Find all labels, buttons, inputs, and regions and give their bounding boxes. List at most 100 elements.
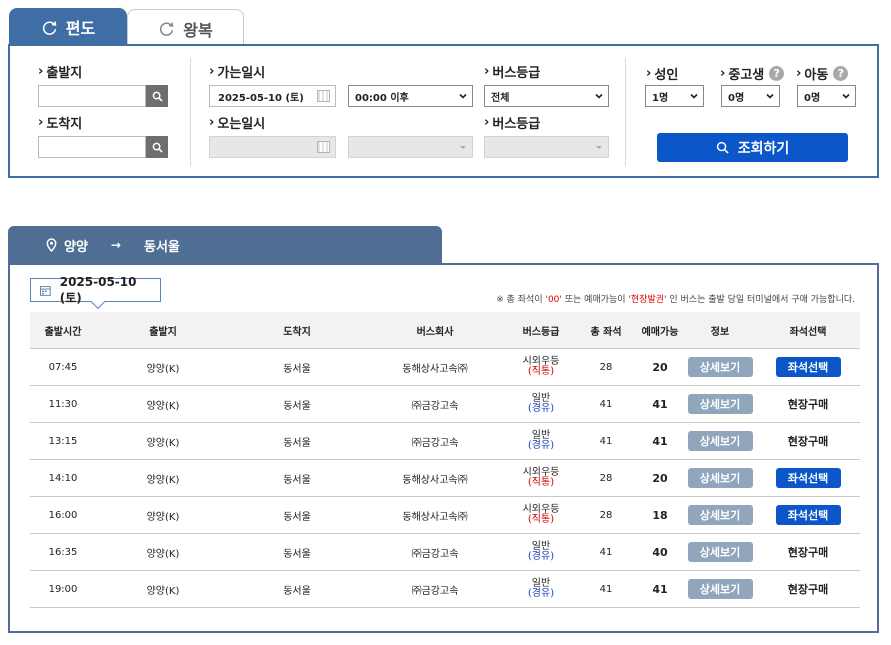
row-info-cell: 상세보기 [684,386,756,422]
go-time-select[interactable]: 00:00 이후 [348,85,473,107]
arrival-input[interactable] [38,136,146,158]
detail-button[interactable]: 상세보기 [687,468,753,488]
row-departure-time: 14:10 [48,472,78,484]
detail-button[interactable]: 상세보기 [687,394,753,414]
chevron-down-icon [460,146,466,149]
search-icon [152,91,163,102]
refresh-icon [42,20,57,35]
row-grade-route: (직통) [527,366,555,377]
row-total-seats: 41 [599,435,613,447]
go-date-input[interactable]: 2025-05-10 (토) [209,85,336,107]
calendar-icon[interactable] [317,90,330,102]
row-departure-time: 19:00 [48,583,78,595]
row-info-cell: 상세보기 [684,349,756,385]
departure-label: › 출발지 [38,62,82,81]
row-available: 41 [652,582,668,596]
row-seat-cell: 현장구매 [756,386,860,422]
return-time-select[interactable] [348,136,473,158]
row-grade-route: (경유) [527,440,555,451]
student-select[interactable]: 0명 [721,85,780,107]
divider [625,58,626,166]
row-available: 41 [652,397,668,411]
row-grade-route: (직통) [527,514,555,525]
arrival-label: › 도착지 [38,113,82,132]
seat-select-button[interactable]: 좌석선택 [775,468,841,488]
return-grade-label: › 버스등급 [484,113,540,132]
row-total-seats: 28 [599,472,613,484]
row-arrival: 동서울 [283,548,311,560]
departure-input[interactable] [38,85,146,107]
row-info-cell: 상세보기 [684,571,756,607]
location-pin-icon [46,238,57,252]
child-select[interactable]: 0명 [797,85,856,107]
row-company: ㈜금강고속 [411,400,459,412]
table-body: 07:45 양양(K) 동서울 동해상사고속㈜ 시외우등 (직통) 28 20 상세보기 좌석선택… [30,349,860,608]
row-grade-route: (직통) [527,477,555,488]
go-date-value: 2025-05-10 (토) [218,92,304,104]
tab-round-trip[interactable]: 왕복 [127,9,244,47]
seat-select-button[interactable]: 좌석선택 [775,357,841,377]
detail-button[interactable]: 상세보기 [687,505,753,525]
return-date-input[interactable] [209,136,336,158]
notice-mid: ' 또는 예매가능이 ' [559,295,631,305]
row-grade-route: (경유) [527,403,555,414]
row-departure: 양양(K) [146,548,180,560]
chevron-down-icon [596,146,602,149]
row-grade: 일반 (경유) [506,534,576,570]
refresh-icon [160,22,174,36]
chevron-right-icon: › [484,64,490,79]
results-date-badge: 2025-05-10 (토) [30,275,161,305]
arrival-search-button[interactable] [146,136,168,158]
row-company: 동해상사고속㈜ [402,363,468,375]
row-info-cell: 상세보기 [684,423,756,459]
row-grade: 시외우등 (직통) [506,497,576,533]
detail-button[interactable]: 상세보기 [687,431,753,451]
tab-one-way[interactable]: 편도 [9,8,127,46]
help-icon[interactable]: ? [833,66,849,81]
detail-button[interactable]: 상세보기 [687,357,753,377]
help-icon[interactable]: ? [769,66,785,81]
chevron-right-icon: › [646,66,652,81]
row-arrival: 동서울 [283,437,311,449]
return-grade-select[interactable] [484,136,609,158]
query-button[interactable]: 조회하기 [657,133,848,162]
row-departure-time: 16:00 [48,509,78,521]
row-departure-time: 07:45 [48,361,78,373]
return-grade-label-text: 버스등급 [492,117,541,132]
calendar-icon [317,141,330,153]
child-label-text: 아동 [804,68,829,83]
row-arrival: 동서울 [283,363,311,375]
row-total-seats: 41 [599,546,613,558]
row-departure: 양양(K) [146,511,180,523]
chevron-right-icon: › [484,115,490,130]
grade-select[interactable]: 전체 [484,85,609,107]
detail-button[interactable]: 상세보기 [687,579,753,599]
row-arrival: 동서울 [283,400,311,412]
arrival-label-text: 도착지 [46,117,83,132]
row-grade: 일반 (경유) [506,386,576,422]
arrow-right-icon: → [110,238,121,252]
grade-label: › 버스등급 [484,62,540,81]
detail-button[interactable]: 상세보기 [687,542,753,562]
return-date-label: › 오는일시 [209,113,265,132]
row-seat-cell: 현장구매 [756,423,860,459]
child-label: › 아동? [796,64,849,83]
route-header: 양양 → 동서울 [8,226,442,264]
chevron-right-icon: › [209,115,215,130]
row-grade: 일반 (경유) [506,571,576,607]
search-icon [152,142,163,153]
adult-label-text: 성인 [654,68,679,83]
chevron-right-icon: › [720,66,726,81]
col-departure-time: 출발시간 [44,326,82,338]
adult-select[interactable]: 1명 [645,85,704,107]
chevron-right-icon: › [38,115,44,130]
seat-select-button[interactable]: 좌석선택 [775,505,841,525]
search-panel: › 출발지 › 도착지 › 가는일시 2025-05-10 (토) 00:00 이후 … [8,44,879,178]
table-header: 출발시간 출발지 도착지 버스회사 버스등급 총 좌석 예매가능 정보 좌석선택 [30,312,860,349]
departure-search-button[interactable] [146,85,168,107]
calendar-icon [40,285,51,296]
divider [190,58,191,166]
route-to: 동서울 [143,239,180,255]
row-departure: 양양(K) [146,474,180,486]
onsite-purchase-text: 현장구매 [787,398,829,411]
